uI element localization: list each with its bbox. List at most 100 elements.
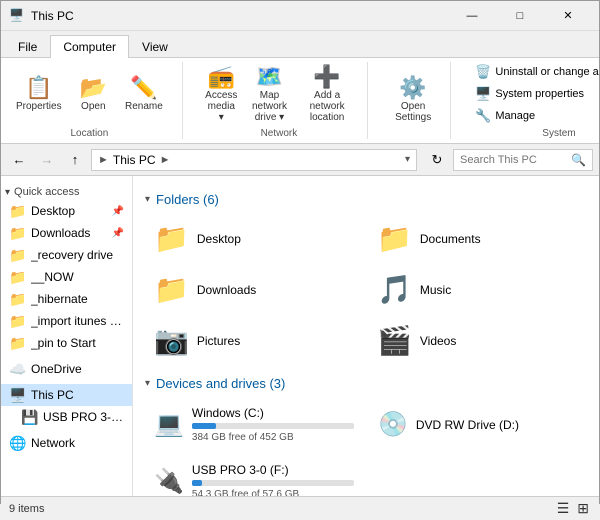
sidebar-item-itunes[interactable]: 📁 _import itunes gro <box>1 310 132 332</box>
pictures-folder-name: Pictures <box>197 334 240 348</box>
properties-button[interactable]: 📋 Properties <box>9 74 69 115</box>
documents-folder-name: Documents <box>420 232 481 246</box>
grid-view-button[interactable]: ⊞ <box>575 498 591 519</box>
tab-view[interactable]: View <box>129 35 181 58</box>
drives-grid: 💻 Windows (C:) 384 GB free of 452 GB 💿 D… <box>145 399 587 496</box>
open-icon: 📂 <box>80 77 107 99</box>
uninstall-button[interactable]: 🗑️ Uninstall or change a program <box>471 62 600 82</box>
open-settings-button[interactable]: ⚙️ OpenSettings <box>388 74 438 126</box>
add-network-icon: ➕ <box>313 66 340 88</box>
uninstall-icon: 🗑️ <box>475 64 491 80</box>
refresh-button[interactable]: ↻ <box>425 148 449 172</box>
search-icon: 🔍 <box>571 153 586 167</box>
rename-label: Rename <box>125 101 163 112</box>
videos-folder-name: Videos <box>420 334 456 348</box>
folders-chevron[interactable]: ▾ <box>145 194 150 205</box>
ribbon-group-system-items: 🗑️ Uninstall or change a program 🖥️ Syst… <box>471 62 600 126</box>
open-label: Open <box>81 101 105 112</box>
add-network-button[interactable]: ➕ Add a networklocation <box>299 63 355 126</box>
music-folder-name: Music <box>420 283 451 297</box>
folder-item-pictures[interactable]: 📷 Pictures <box>145 317 364 364</box>
sidebar-item-now[interactable]: 📁 __NOW <box>1 266 132 288</box>
folder-item-videos[interactable]: 🎬 Videos <box>368 317 587 364</box>
rename-button[interactable]: ✏️ Rename <box>118 74 170 115</box>
usb-drive-meta: 54.3 GB free of 57.6 GB <box>192 489 354 496</box>
sidebar-item-onedrive[interactable]: ☁️ OneDrive <box>1 358 132 380</box>
breadcrumb-arrow: ► <box>98 154 109 166</box>
windows-drive-icon: 💻 <box>154 410 184 439</box>
close-button[interactable]: ✕ <box>545 1 591 31</box>
list-view-button[interactable]: ☰ <box>555 498 572 519</box>
tab-computer[interactable]: Computer <box>50 35 129 58</box>
map-network-button[interactable]: 🗺️ Map networkdrive ▾ <box>244 63 295 126</box>
system-side-buttons: 🗑️ Uninstall or change a program 🖥️ Syst… <box>471 62 600 126</box>
drive-item-c[interactable]: 💻 Windows (C:) 384 GB free of 452 GB <box>145 399 363 450</box>
pictures-icon: 📷 <box>154 324 189 357</box>
sidebar-quick-access-header[interactable]: ▾ Quick access <box>1 182 132 200</box>
search-input[interactable] <box>460 154 571 166</box>
settings-icon: ⚙️ <box>399 77 426 99</box>
path-separator: ► <box>160 154 171 166</box>
now-label: __NOW <box>31 270 124 284</box>
ribbon-group-system: 🗑️ Uninstall or change a program 🖥️ Syst… <box>471 62 600 139</box>
manage-icon: 🔧 <box>475 108 491 124</box>
folders-section-header: ▾ Folders (6) <box>145 192 587 207</box>
sidebar-item-desktop[interactable]: 📁 Desktop 📌 <box>1 200 132 222</box>
drives-section-header: ▾ Devices and drives (3) <box>145 376 587 391</box>
dvd-drive-icon: 💿 <box>378 410 408 439</box>
itunes-folder-icon: 📁 <box>9 313 25 329</box>
sidebar-item-this-pc[interactable]: 🖥️ This PC <box>1 384 132 406</box>
access-media-icon: 📻 <box>208 66 235 88</box>
onedrive-icon: ☁️ <box>9 361 25 377</box>
access-media-button[interactable]: 📻 Accessmedia ▾ <box>203 63 240 126</box>
windows-drive-bar-bg <box>192 423 354 429</box>
sidebar-item-usb[interactable]: 💾 USB PRO 3-0 (F:) <box>1 406 132 428</box>
network-label: Network <box>31 436 124 450</box>
sidebar-item-downloads[interactable]: 📁 Downloads 📌 <box>1 222 132 244</box>
address-bar: ← → ↑ ► This PC ► ▾ ↻ 🔍 <box>1 144 599 176</box>
ribbon-group-settings-items: ⚙️ OpenSettings <box>388 62 438 137</box>
drive-item-f[interactable]: 🔌 USB PRO 3-0 (F:) 54.3 GB free of 57.6 … <box>145 456 363 496</box>
folders-title: Folders (6) <box>156 192 219 207</box>
usb-drive-bar-fill <box>192 480 202 486</box>
content-area: ▾ Folders (6) 📁 Desktop 📁 Documents 📁 Do… <box>133 176 599 496</box>
folder-item-music[interactable]: 🎵 Music <box>368 266 587 313</box>
map-network-label: Map networkdrive ▾ <box>251 90 288 123</box>
sidebar-item-pin-start[interactable]: 📁 _pin to Start <box>1 332 132 354</box>
minimize-button[interactable]: — <box>449 1 495 31</box>
dvd-drive-info: DVD RW Drive (D:) <box>416 418 578 432</box>
folder-item-desktop[interactable]: 📁 Desktop <box>145 215 364 262</box>
folder-item-documents[interactable]: 📁 Documents <box>368 215 587 262</box>
manage-button[interactable]: 🔧 Manage <box>471 106 600 126</box>
sidebar-item-hibernate[interactable]: 📁 _hibernate <box>1 288 132 310</box>
drive-item-d[interactable]: 💿 DVD RW Drive (D:) <box>369 399 587 450</box>
windows-drive-bar-fill <box>192 423 216 429</box>
settings-label: OpenSettings <box>395 101 431 123</box>
open-button[interactable]: 📂 Open <box>73 74 114 115</box>
tab-file[interactable]: File <box>5 35 50 58</box>
sidebar-item-recovery[interactable]: 📁 _recovery drive <box>1 244 132 266</box>
ribbon-tab-bar: File Computer View <box>1 31 599 57</box>
network-icon: 🌐 <box>9 435 25 451</box>
address-dropdown-icon[interactable]: ▾ <box>405 154 410 165</box>
search-box[interactable]: 🔍 <box>453 149 593 171</box>
quick-access-chevron: ▾ <box>5 187 10 198</box>
sidebar-item-network[interactable]: 🌐 Network <box>1 432 132 454</box>
maximize-button[interactable]: □ <box>497 1 543 31</box>
music-icon: 🎵 <box>377 273 412 306</box>
system-properties-button[interactable]: 🖥️ System properties <box>471 84 600 104</box>
status-view-controls: ☰ ⊞ <box>555 498 591 519</box>
up-button[interactable]: ↑ <box>63 148 87 172</box>
back-button[interactable]: ← <box>7 148 31 172</box>
desktop-folder-icon: 📁 <box>9 203 25 219</box>
dvd-drive-name: DVD RW Drive (D:) <box>416 418 578 432</box>
downloads-folder-icon: 📁 <box>9 225 25 241</box>
usb-icon: 💾 <box>21 409 37 425</box>
drives-chevron[interactable]: ▾ <box>145 378 150 389</box>
address-input[interactable]: ► This PC ► ▾ <box>91 149 417 171</box>
recovery-folder-icon: 📁 <box>9 247 25 263</box>
pin-start-folder-icon: 📁 <box>9 335 25 351</box>
folder-item-downloads[interactable]: 📁 Downloads <box>145 266 364 313</box>
windows-drive-meta: 384 GB free of 452 GB <box>192 432 354 443</box>
forward-button[interactable]: → <box>35 148 59 172</box>
